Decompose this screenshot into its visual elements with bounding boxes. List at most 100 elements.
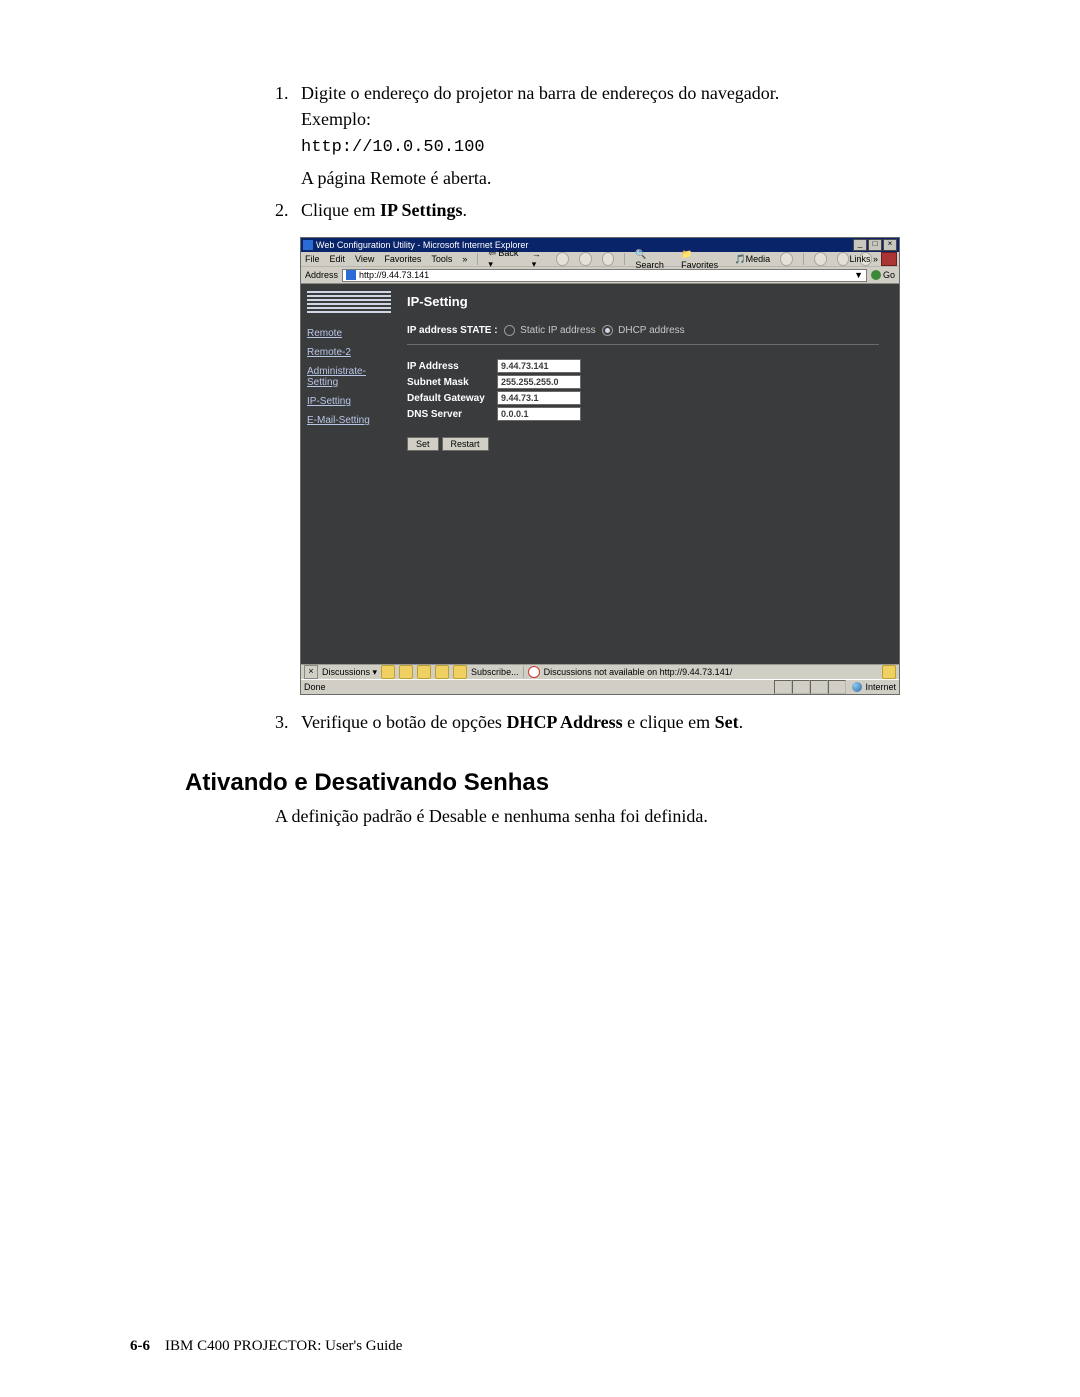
links-label[interactable]: Links » <box>849 254 878 264</box>
document-page: 1. Digite o endereço do projetor na barr… <box>0 0 1080 1397</box>
nav-ip[interactable]: IP-Setting <box>307 396 391 407</box>
menu-tools[interactable]: Tools <box>431 254 452 264</box>
step3-mid: e clique em <box>623 712 715 732</box>
menu-view[interactable]: View <box>355 254 374 264</box>
row-dns: DNS Server 0.0.0.1 <box>407 407 899 421</box>
opt-dhcp: DHCP address <box>618 325 685 336</box>
nav-remote2[interactable]: Remote-2 <box>307 347 391 358</box>
step1-after: A página Remote é aberta. <box>301 165 820 191</box>
discussions-msg: Discussions not available on http://9.44… <box>544 667 733 677</box>
nav-email[interactable]: E-Mail-Setting <box>307 415 391 426</box>
globe-icon <box>852 682 862 692</box>
panel-heading: IP-Setting <box>407 294 899 309</box>
page-footer: 6-6 IBM C400 PROJECTOR: User's Guide <box>130 1338 402 1355</box>
list-text: Verifique o botão de opções DHCP Address… <box>301 709 820 735</box>
throbber-icon <box>881 252 897 266</box>
title-bar: Web Configuration Utility - Microsoft In… <box>301 238 899 252</box>
security-zone: Internet <box>852 682 896 692</box>
disc-icon[interactable] <box>399 665 413 679</box>
list-number: 2. <box>275 197 301 223</box>
radio-dhcp[interactable] <box>602 325 613 336</box>
address-bar: Address http://9.44.73.141 ▼ Go <box>301 267 899 284</box>
address-label: Address <box>305 270 338 280</box>
step3-bold1: DHCP Address <box>506 712 622 732</box>
subscribe-button[interactable]: Subscribe... <box>471 667 519 677</box>
footer-title: IBM C400 PROJECTOR: User's Guide <box>165 1338 402 1354</box>
list-item: 3. Verifique o botão de opções DHCP Addr… <box>275 709 820 735</box>
address-value: http://9.44.73.141 <box>359 270 429 280</box>
step2-prefix: Clique em <box>301 200 380 220</box>
mail-icon[interactable] <box>814 252 827 266</box>
history-icon[interactable] <box>780 252 793 266</box>
favorites-button[interactable]: 📁Favorites <box>681 249 724 270</box>
step3-prefix: Verifique o botão de opções <box>301 712 506 732</box>
label-ip: IP Address <box>407 361 491 372</box>
label-dns: DNS Server <box>407 409 491 420</box>
sidebar: Remote Remote-2 Administrate-Setting IP-… <box>301 284 397 664</box>
print-icon[interactable] <box>837 252 850 266</box>
step1-text: Digite o endereço do projetor na barra d… <box>301 83 779 129</box>
disc-icon[interactable] <box>453 665 467 679</box>
disc-right-icon[interactable] <box>882 665 896 679</box>
step2-suffix: . <box>463 200 468 220</box>
input-mask[interactable]: 255.255.255.0 <box>497 375 581 389</box>
row-gw: Default Gateway 9.44.73.1 <box>407 391 899 405</box>
address-input[interactable]: http://9.44.73.141 ▼ <box>342 269 867 282</box>
step3-suffix: . <box>739 712 744 732</box>
set-button[interactable]: Set <box>407 437 439 451</box>
menu-file[interactable]: File <box>305 254 320 264</box>
go-icon <box>871 270 881 280</box>
input-dns[interactable]: 0.0.0.1 <box>497 407 581 421</box>
page-content: Remote Remote-2 Administrate-Setting IP-… <box>301 284 899 664</box>
status-done: Done <box>304 682 326 693</box>
forward-button[interactable]: → ▾ <box>532 249 546 270</box>
row-ip: IP Address 9.44.73.141 <box>407 359 899 373</box>
input-gw[interactable]: 9.44.73.1 <box>497 391 581 405</box>
main-panel: IP-Setting IP address STATE : Static IP … <box>397 284 899 664</box>
close-discussions-button[interactable]: × <box>304 665 318 679</box>
discussions-label[interactable]: Discussions ▾ <box>322 667 377 678</box>
disc-icon[interactable] <box>417 665 431 679</box>
ip-state-row: IP address STATE : Static IP address DHC… <box>407 325 899 340</box>
row-mask: Subnet Mask 255.255.255.0 <box>407 375 899 389</box>
page-number: 6-6 <box>130 1338 150 1354</box>
status-cells <box>774 680 846 694</box>
section-heading: Ativando e Desativando Senhas <box>185 769 1020 797</box>
input-ip[interactable]: 9.44.73.141 <box>497 359 581 373</box>
list-item: 2. Clique em IP Settings. <box>275 197 820 223</box>
discussions-bar: × Discussions ▾ Subscribe... Discussions… <box>301 664 899 679</box>
search-button[interactable]: 🔍Search <box>635 249 671 270</box>
close-button[interactable]: × <box>883 239 897 251</box>
list-item: 1. Digite o endereço do projetor na barr… <box>275 80 820 191</box>
go-button[interactable]: Go <box>871 270 895 280</box>
disc-icon[interactable] <box>381 665 395 679</box>
menu-bar: File Edit View Favorites Tools » ⇦ Back … <box>301 252 899 267</box>
list-number: 3. <box>275 709 301 735</box>
maximize-button[interactable]: □ <box>868 239 882 251</box>
step1-code: http://10.0.50.100 <box>301 138 485 157</box>
minimize-button[interactable]: _ <box>853 239 867 251</box>
disc-icon[interactable] <box>435 665 449 679</box>
refresh-icon[interactable] <box>579 252 592 266</box>
ie-icon <box>303 240 313 250</box>
status-bar: Done Internet <box>301 679 899 694</box>
list-text: Clique em IP Settings. <box>301 197 820 223</box>
browser-window: Web Configuration Utility - Microsoft In… <box>300 237 900 695</box>
label-mask: Subnet Mask <box>407 377 491 388</box>
list-text: Digite o endereço do projetor na barra d… <box>301 80 820 191</box>
menu-edit[interactable]: Edit <box>330 254 346 264</box>
radio-static[interactable] <box>504 325 515 336</box>
menu-favorites[interactable]: Favorites <box>384 254 421 264</box>
page-icon <box>346 270 356 280</box>
divider <box>407 344 879 345</box>
home-icon[interactable] <box>602 252 615 266</box>
media-button[interactable]: 🎵Media <box>734 254 770 265</box>
stop-icon[interactable] <box>556 252 569 266</box>
screenshot: Web Configuration Utility - Microsoft In… <box>300 237 900 695</box>
nav-remote[interactable]: Remote <box>307 328 391 339</box>
ibm-logo <box>307 290 391 314</box>
section-para: A definição padrão é Desable e nenhuma s… <box>275 803 820 829</box>
back-button[interactable]: ⇦ Back ▾ <box>488 248 521 270</box>
nav-admin[interactable]: Administrate-Setting <box>307 366 391 388</box>
restart-button[interactable]: Restart <box>442 437 489 451</box>
